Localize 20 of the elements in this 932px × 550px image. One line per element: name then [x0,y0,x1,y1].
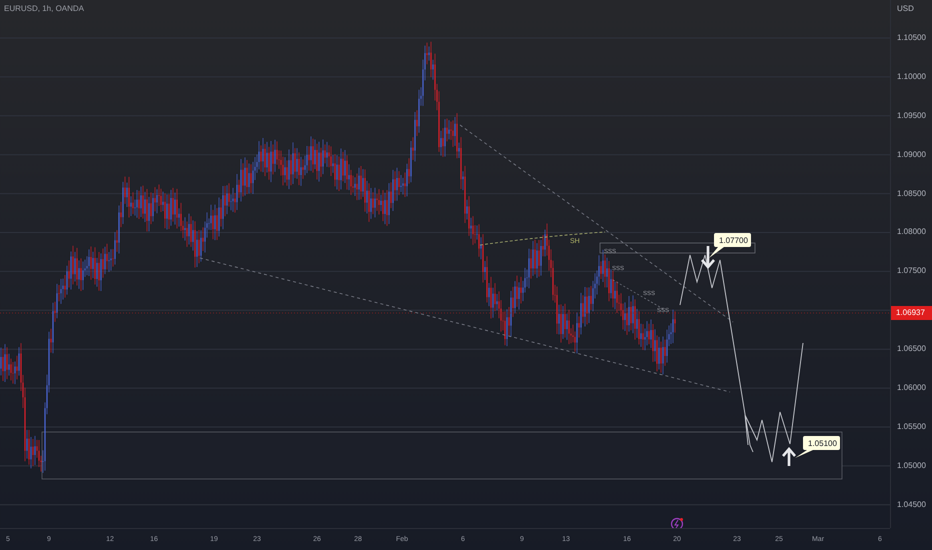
price-label: 1.09500 [897,110,926,122]
symbol-title: EURUSD, 1h, OANDA [4,4,84,13]
price-label: 1.07500 [897,265,926,278]
down-arrow-icon [700,244,716,269]
up-arrow-icon [782,447,796,468]
currency-label: USD [897,3,914,15]
price-label: 1.04500 [897,498,926,511]
price-label: 1.05500 [897,420,926,433]
price-label: 1.08000 [897,226,926,238]
price-callout: 1.05100 [795,436,840,458]
price-callout: 1.07700 [709,233,751,258]
price-label: 1.06500 [897,343,926,356]
price-label: 1.10000 [897,70,926,83]
current-price-badge: 1.06937 [891,306,932,320]
price-label: 1.05000 [897,460,926,472]
price-label: 1.08500 [897,188,926,200]
price-label: 1.06000 [897,382,926,394]
price-label: 1.10500 [897,32,926,44]
lightning-icon[interactable] [670,518,684,528]
price-label: 1.09000 [897,148,926,161]
